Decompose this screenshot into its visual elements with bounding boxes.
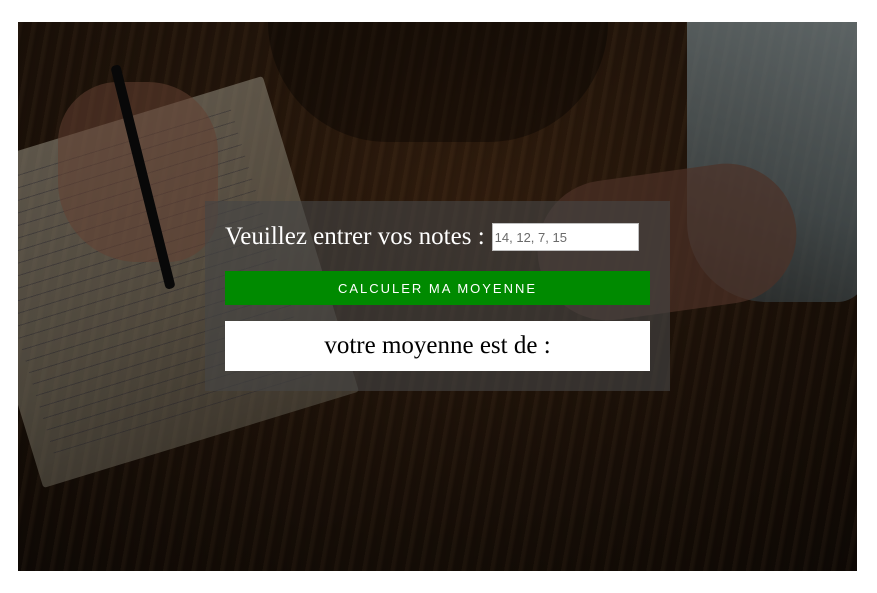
calculate-average-button[interactable]: CALCULER MA MOYENNE bbox=[225, 271, 650, 305]
result-box: votre moyenne est de : bbox=[225, 321, 650, 371]
notes-prompt-label: Veuillez entrer vos notes : bbox=[225, 223, 485, 250]
grade-calculator-panel: Veuillez entrer vos notes : CALCULER MA … bbox=[205, 201, 670, 391]
notes-input[interactable] bbox=[491, 223, 639, 251]
average-result-text: votre moyenne est de : bbox=[324, 332, 551, 359]
notes-entry-row: Veuillez entrer vos notes : bbox=[225, 223, 639, 251]
